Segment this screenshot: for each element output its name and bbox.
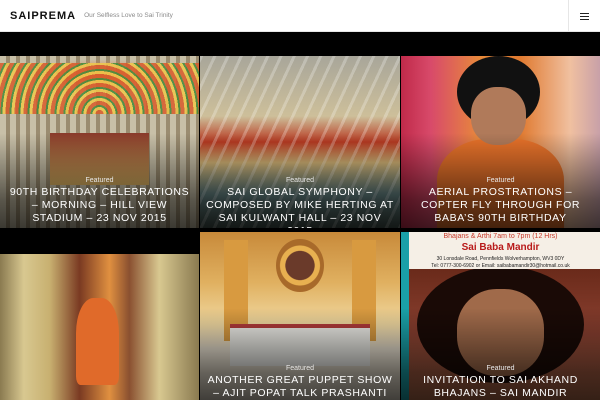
post-title[interactable]: 90th Birthday Celebrations – Morning – H… bbox=[6, 186, 193, 225]
post-tile[interactable]: Bhajans & Arthi 7am to 7pm (12 Hrs) Sai … bbox=[401, 232, 600, 400]
post-title[interactable]: Invitation to Sai Akhand Bhajans – Sai M… bbox=[407, 374, 594, 400]
menu-button[interactable] bbox=[568, 0, 600, 32]
featured-label: Featured bbox=[285, 365, 315, 372]
post-tile[interactable]: Featured Aerial Prostrations – Copter Fl… bbox=[401, 56, 600, 228]
featured-label: Featured bbox=[486, 177, 515, 184]
post-caption bbox=[6, 374, 193, 376]
post-caption: Featured Invitation to Sai Akhand Bhajan… bbox=[407, 365, 594, 400]
post-thumbnail bbox=[0, 254, 199, 400]
site-header: SAIPREMA Our Selfless Love to Sai Trinit… bbox=[0, 0, 600, 32]
post-title[interactable]: Sai Global Symphony – Composed by Mike H… bbox=[206, 186, 394, 228]
post-caption: Featured Sai Global Symphony – Composed … bbox=[206, 177, 394, 228]
post-tile[interactable]: Featured Another Great Puppet Show – Aji… bbox=[200, 232, 400, 400]
poster-line: 30 Lonsdale Road, Pennfields Wolverhampt… bbox=[436, 256, 565, 262]
poster-text: Bhajans & Arthi 7am to 7pm (12 Hrs) Sai … bbox=[401, 232, 600, 269]
post-tile[interactable] bbox=[0, 254, 199, 400]
hamburger-menu-icon bbox=[580, 12, 589, 20]
site-tagline: Our Selfless Love to Sai Trinity bbox=[84, 12, 173, 19]
poster-heading: Sai Baba Mandir bbox=[461, 242, 540, 253]
post-tile[interactable]: Featured 90th Birthday Celebrations – Mo… bbox=[0, 56, 199, 228]
site-title[interactable]: SAIPREMA bbox=[10, 10, 76, 22]
post-title[interactable]: Aerial Prostrations – Copter Fly Through… bbox=[407, 186, 594, 225]
header-band bbox=[0, 32, 600, 56]
post-caption: Featured 90th Birthday Celebrations – Mo… bbox=[6, 177, 193, 225]
poster-line: Bhajans & Arthi 7am to 7pm (12 Hrs) bbox=[443, 233, 558, 240]
featured-posts-grid: Featured 90th Birthday Celebrations – Mo… bbox=[0, 56, 600, 400]
poster-line: Tel: 0777-300-6902 or Email: saibabamand… bbox=[431, 263, 570, 269]
post-caption: Featured Another Great Puppet Show – Aji… bbox=[206, 365, 394, 400]
post-title[interactable]: Another Great Puppet Show – Ajit Popat T… bbox=[206, 374, 394, 400]
post-caption: Featured Aerial Prostrations – Copter Fl… bbox=[407, 177, 594, 225]
featured-label: Featured bbox=[486, 365, 515, 372]
featured-label: Featured bbox=[85, 177, 114, 184]
featured-label: Featured bbox=[285, 177, 315, 184]
post-tile[interactable]: Featured Sai Global Symphony – Composed … bbox=[200, 56, 400, 228]
